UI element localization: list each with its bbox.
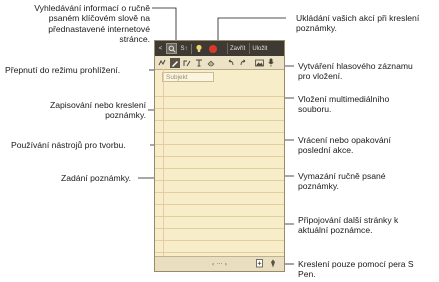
undo-icon[interactable] [226,58,236,68]
bottom-bar: ‹ ··· › [155,256,284,271]
annotation-save-actions: Ukládání vašich akcí při kreslení poznám… [296,13,420,34]
subject-field[interactable]: Subjekt [162,72,214,82]
annotation-creation-tools: Používání nástrojů pro tvorbu. [11,140,126,150]
view-mode-icon[interactable] [157,58,167,68]
annotation-view-mode: Přepnutí do režimu prohlížení. [5,65,121,75]
save-button[interactable]: Uložit [249,43,269,54]
note-canvas[interactable] [155,85,284,257]
lightbulb-icon[interactable] [194,43,204,54]
pen-icon[interactable] [170,57,180,68]
tool-bar [155,56,284,70]
redo-icon[interactable] [238,58,248,68]
add-page-icon[interactable] [256,259,264,270]
annotation-add-page: Připojování další stránky k aktuální poz… [298,215,399,236]
back-button[interactable]: < [157,43,164,54]
eraser-icon[interactable] [206,58,216,68]
microphone-icon[interactable] [266,58,276,68]
annotation-write-draw: Zapisování nebo kreslení poznámky. [49,100,146,121]
creation-tools-icon[interactable] [182,58,192,68]
annotation-voice-memo: Vytváření hlasového záznamu pro vložení. [298,61,413,82]
annotation-undo-redo: Vrácení nebo opakování poslední akce. [298,135,391,156]
divider [191,43,192,54]
s-note-screen: < S↑ Zavřít Uložit Subjekt ‹ ··· › [154,40,285,272]
s-label: S↑ [180,45,188,52]
spen-icon[interactable] [270,259,276,270]
annotation-erase: Vymazání ručně psané poznámky. [298,171,386,192]
annotation-insert-media: Vložení multimediálního souboru. [298,94,390,115]
record-icon[interactable] [209,44,217,53]
image-icon[interactable] [254,58,264,68]
search-icon[interactable] [166,43,177,54]
page-indicator[interactable]: ‹ ··· › [212,260,228,268]
annotation-search-info: Vyhledávání informací o ručně psaném klí… [34,3,150,45]
close-button[interactable]: Zavřít [227,43,247,54]
annotation-spen-only: Kreslení pouze pomocí pera S Pen. [298,259,414,280]
annotation-enter-note: Zadání poznámky. [61,173,132,183]
text-icon[interactable] [194,58,204,68]
top-bar: < S↑ Zavřít Uložit [155,41,284,56]
